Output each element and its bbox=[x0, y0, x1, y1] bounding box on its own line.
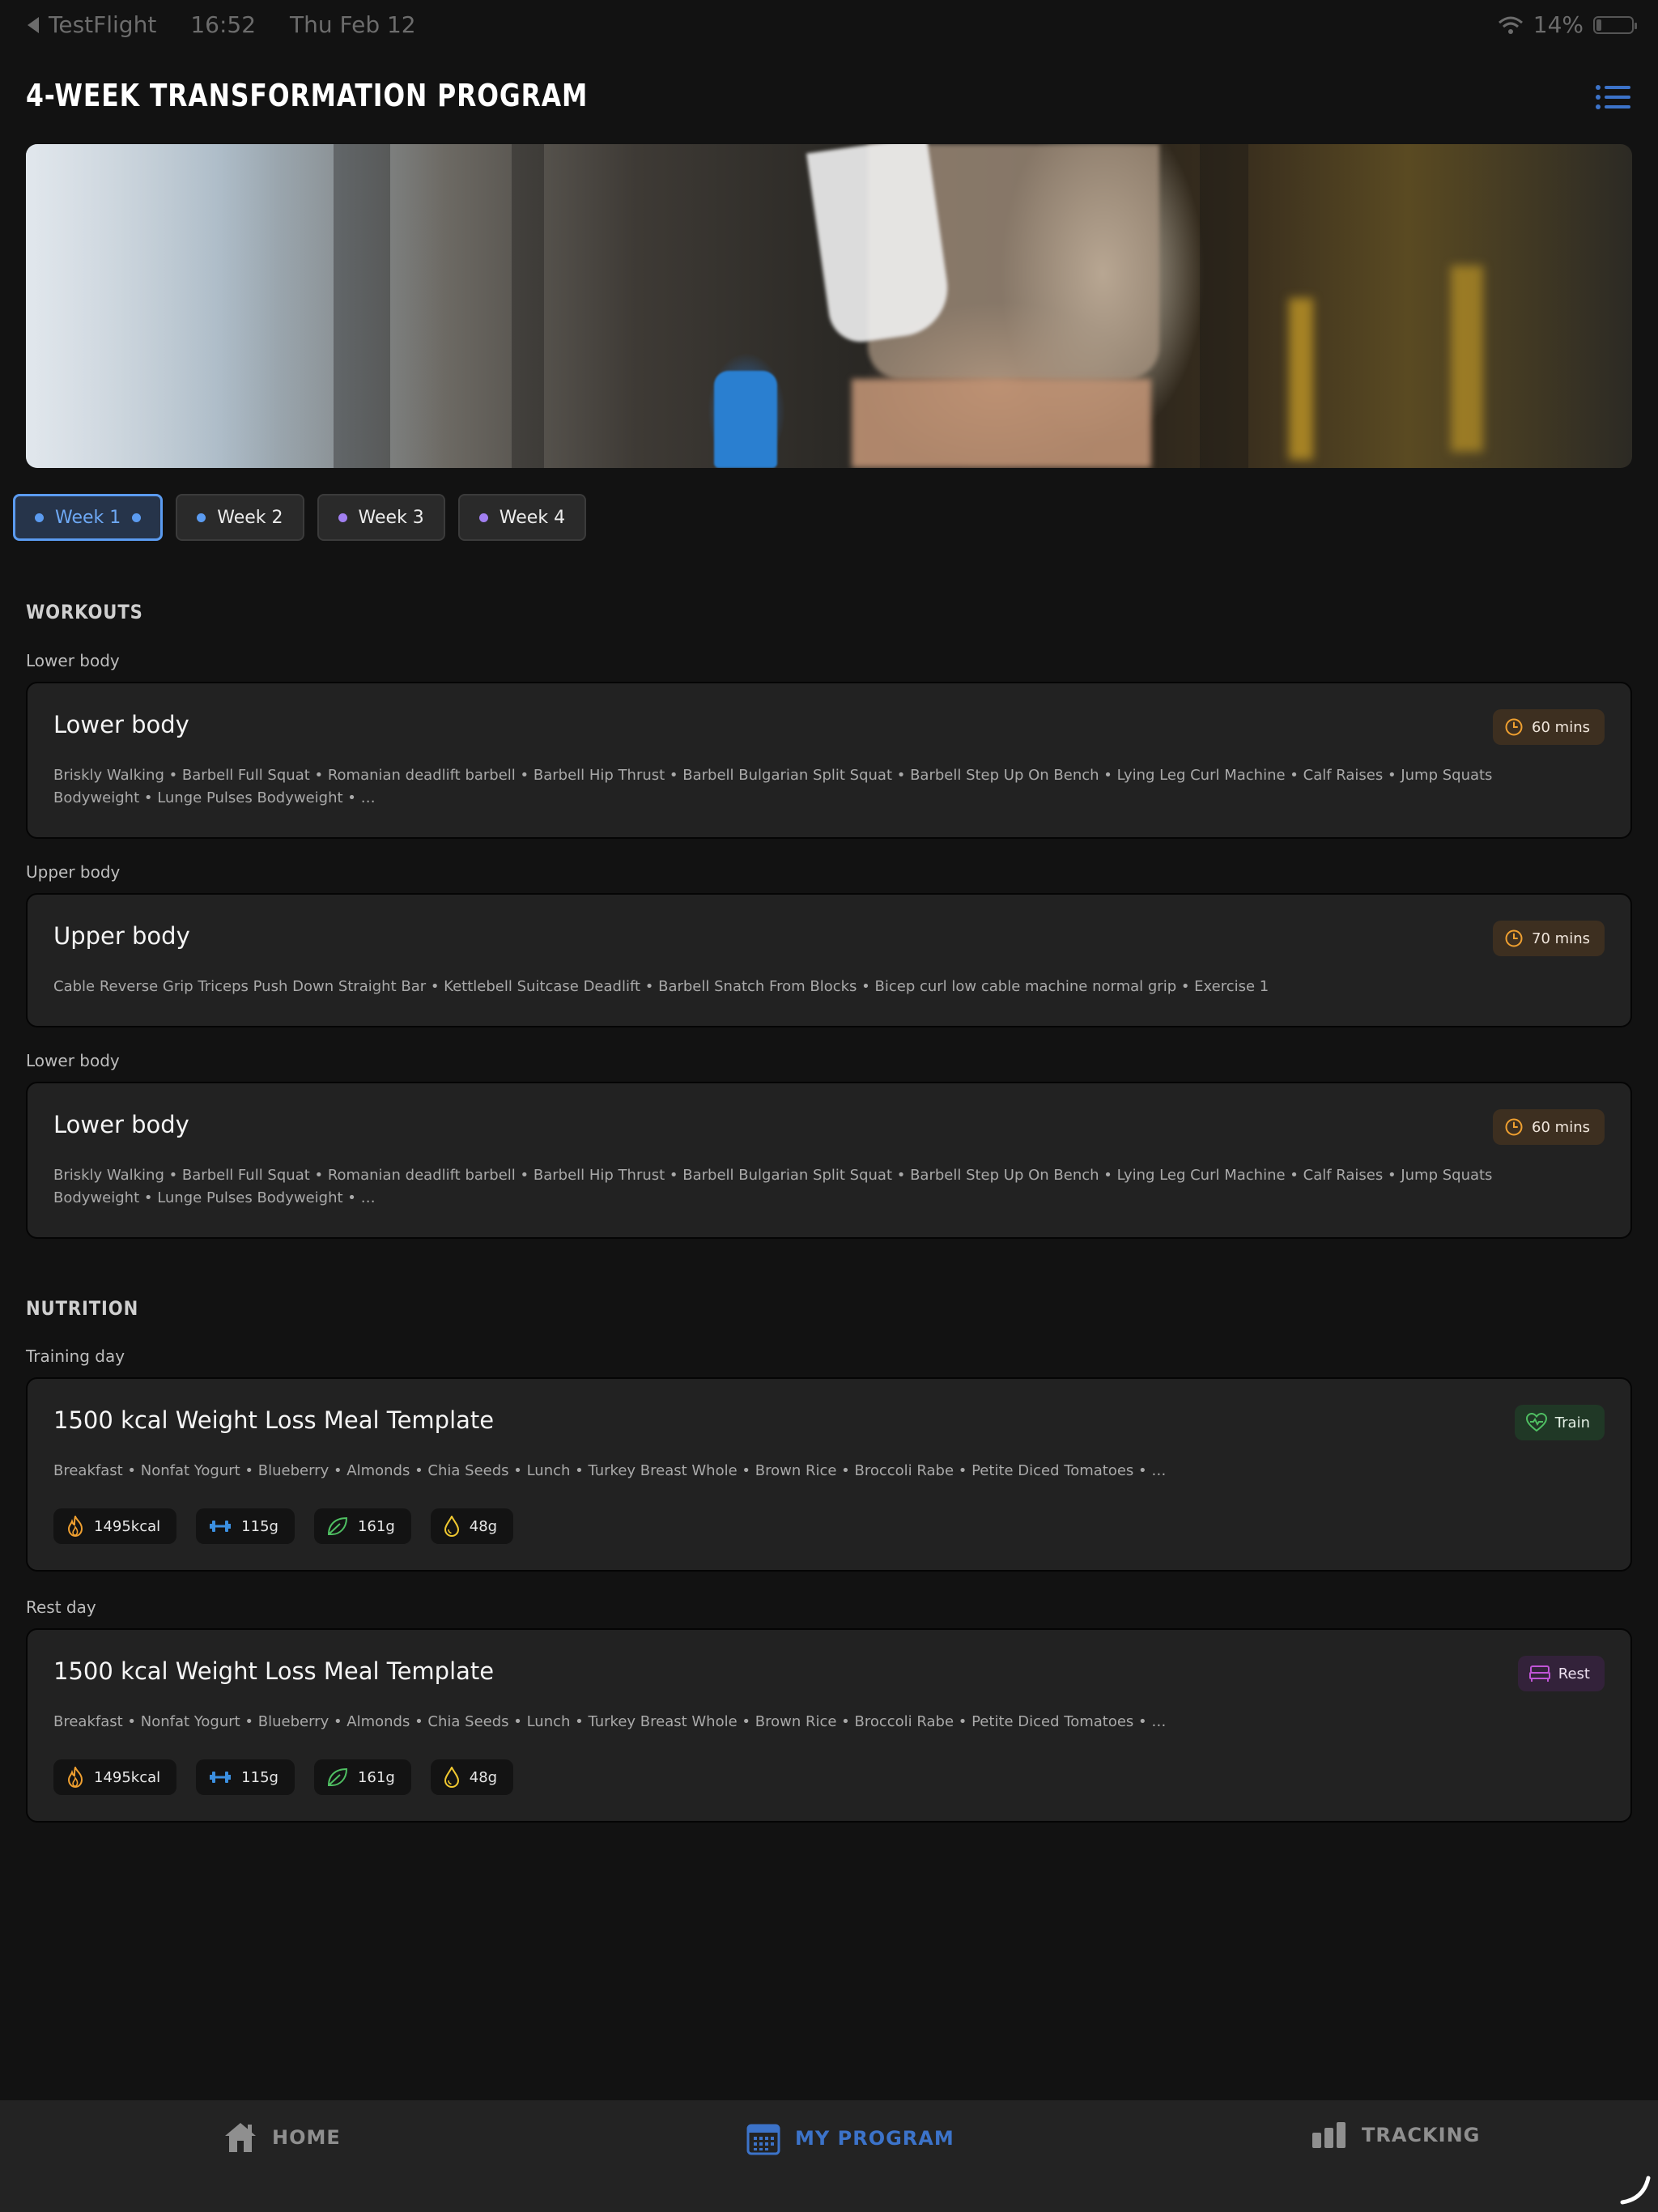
day-type-badge: Train bbox=[1514, 1405, 1605, 1440]
workout-exercises: Briskly Walking • Barbell Full Squat • R… bbox=[53, 767, 1493, 806]
week-tab-label: Week 2 bbox=[217, 507, 283, 528]
nav-home[interactable]: HOME bbox=[223, 2121, 341, 2154]
duration-badge: 70 mins bbox=[1493, 921, 1605, 956]
day-type-label: Train bbox=[1554, 1414, 1590, 1431]
workout-title: Upper body bbox=[53, 922, 190, 950]
tab-week-4[interactable]: Week 4 bbox=[457, 494, 587, 541]
list-icon[interactable] bbox=[1595, 81, 1632, 113]
status-date: Thu Feb 12 bbox=[290, 11, 416, 38]
drop-icon bbox=[444, 1516, 460, 1537]
duration-label: 60 mins bbox=[1532, 718, 1590, 736]
macro-row: 1495kcal 115g 161g 48g bbox=[53, 1508, 514, 1544]
workout-exercises: Briskly Walking • Barbell Full Squat • R… bbox=[53, 1167, 1493, 1206]
protein-value: 115g bbox=[241, 1768, 278, 1786]
workout-card[interactable]: Lower body 60 mins Briskly Walking • Barbe… bbox=[26, 682, 1632, 839]
meal-plan-title: 1500 kcal Weight Loss Meal Template bbox=[53, 1406, 495, 1434]
nutrition-section-title: NUTRITION bbox=[26, 1297, 139, 1320]
clock-icon bbox=[1504, 929, 1524, 948]
nutrition-group-label: Training day bbox=[26, 1346, 125, 1366]
calories-chip: 1495kcal bbox=[53, 1759, 177, 1795]
week-tab-label: Week 1 bbox=[55, 507, 121, 528]
workout-group-label: Lower body bbox=[26, 1051, 120, 1070]
clock-icon bbox=[1504, 717, 1524, 737]
nav-home-label: HOME bbox=[272, 2126, 341, 2149]
workout-group-label: Lower body bbox=[26, 651, 120, 670]
workout-title: Lower body bbox=[53, 711, 189, 738]
week-dot bbox=[132, 513, 142, 522]
macro-row: 1495kcal 115g 161g 48g bbox=[53, 1759, 514, 1795]
bottom-nav: HOME MY PROGRAM TRACKING bbox=[0, 2100, 1658, 2212]
week-dot bbox=[478, 513, 488, 522]
calories-value: 1495kcal bbox=[94, 1768, 161, 1786]
protein-chip: 115g bbox=[196, 1508, 295, 1544]
calories-chip: 1495kcal bbox=[53, 1508, 177, 1544]
meal-plan-card[interactable]: 1500 kcal Weight Loss Meal Template Train… bbox=[26, 1377, 1632, 1572]
workout-card[interactable]: Upper body 70 mins Cable Reverse Grip Tric… bbox=[26, 893, 1632, 1027]
meal-foods: Breakfast • Nonfat Yogurt • Blueberry • … bbox=[53, 1462, 1167, 1479]
week-dot bbox=[197, 513, 206, 522]
nav-tracking-label: TRACKING bbox=[1362, 2124, 1481, 2146]
day-type-badge: Rest bbox=[1517, 1656, 1605, 1691]
duration-label: 60 mins bbox=[1532, 1118, 1590, 1136]
workout-group-label: Upper body bbox=[26, 862, 121, 882]
tab-week-3[interactable]: Week 3 bbox=[317, 494, 445, 541]
house-icon bbox=[223, 2121, 257, 2154]
protein-value: 115g bbox=[241, 1517, 278, 1535]
nav-tracking[interactable]: TRACKING bbox=[1312, 2121, 1480, 2149]
week-dot bbox=[338, 513, 347, 522]
duration-label: 70 mins bbox=[1532, 929, 1590, 947]
week-tab-label: Week 4 bbox=[499, 507, 566, 528]
carbs-chip: 161g bbox=[313, 1759, 411, 1795]
calories-value: 1495kcal bbox=[94, 1517, 161, 1535]
page-title: 4-WEEK TRANSFORMATION PROGRAM bbox=[26, 78, 589, 113]
meal-foods: Breakfast • Nonfat Yogurt • Blueberry • … bbox=[53, 1713, 1167, 1730]
leaf-icon bbox=[327, 1767, 348, 1787]
clock-icon bbox=[1504, 1117, 1524, 1137]
wifi-icon bbox=[1498, 15, 1524, 35]
workout-exercises: Cable Reverse Grip Triceps Push Down Str… bbox=[53, 978, 1269, 995]
flame-icon bbox=[66, 1516, 84, 1537]
carbs-chip: 161g bbox=[313, 1508, 411, 1544]
meal-plan-title: 1500 kcal Weight Loss Meal Template bbox=[53, 1657, 495, 1685]
back-arrow-icon[interactable] bbox=[26, 16, 40, 34]
carbs-value: 161g bbox=[357, 1517, 395, 1535]
battery-percent: 14% bbox=[1533, 11, 1584, 38]
duration-badge: 60 mins bbox=[1493, 1109, 1605, 1145]
status-bar: TestFlight 16:52 Thu Feb 12 14% bbox=[0, 0, 1658, 50]
workout-card[interactable]: Lower body 60 mins Briskly Walking • Barbe… bbox=[26, 1082, 1632, 1239]
heart-pulse-icon bbox=[1525, 1413, 1547, 1432]
dumbbell-icon bbox=[209, 1770, 232, 1784]
day-type-label: Rest bbox=[1558, 1665, 1590, 1682]
resize-handle-icon[interactable] bbox=[1619, 2173, 1652, 2206]
protein-chip: 115g bbox=[196, 1759, 295, 1795]
duration-badge: 60 mins bbox=[1493, 709, 1605, 745]
tab-week-2[interactable]: Week 2 bbox=[176, 494, 304, 541]
workout-title: Lower body bbox=[53, 1111, 189, 1138]
workouts-section-title: WORKOUTS bbox=[26, 601, 143, 623]
carbs-value: 161g bbox=[357, 1768, 395, 1786]
nav-my-program-label: MY PROGRAM bbox=[795, 2127, 954, 2150]
calendar-icon bbox=[746, 2121, 780, 2155]
bar-chart-icon bbox=[1312, 2121, 1347, 2149]
leaf-icon bbox=[327, 1516, 348, 1536]
fat-chip: 48g bbox=[430, 1508, 514, 1544]
battery-icon bbox=[1593, 15, 1637, 34]
drop-icon bbox=[444, 1767, 460, 1788]
hero-image bbox=[26, 144, 1632, 468]
week-tabs: Week 1 Week 2 Week 3 Week 4 bbox=[13, 494, 587, 541]
nav-my-program[interactable]: MY PROGRAM bbox=[746, 2121, 954, 2155]
bed-icon bbox=[1528, 1665, 1550, 1682]
meal-plan-card[interactable]: 1500 kcal Weight Loss Meal Template Rest B… bbox=[26, 1628, 1632, 1823]
tab-week-1[interactable]: Week 1 bbox=[13, 494, 164, 541]
dumbbell-icon bbox=[209, 1519, 232, 1534]
flame-icon bbox=[66, 1767, 84, 1788]
nutrition-group-label: Rest day bbox=[26, 1597, 96, 1617]
week-dot bbox=[35, 513, 44, 522]
fat-value: 48g bbox=[469, 1768, 498, 1786]
status-time: 16:52 bbox=[190, 11, 257, 38]
week-tab-label: Week 3 bbox=[358, 507, 424, 528]
fat-value: 48g bbox=[469, 1517, 498, 1535]
back-app-label[interactable]: TestFlight bbox=[49, 11, 156, 38]
fat-chip: 48g bbox=[430, 1759, 514, 1795]
